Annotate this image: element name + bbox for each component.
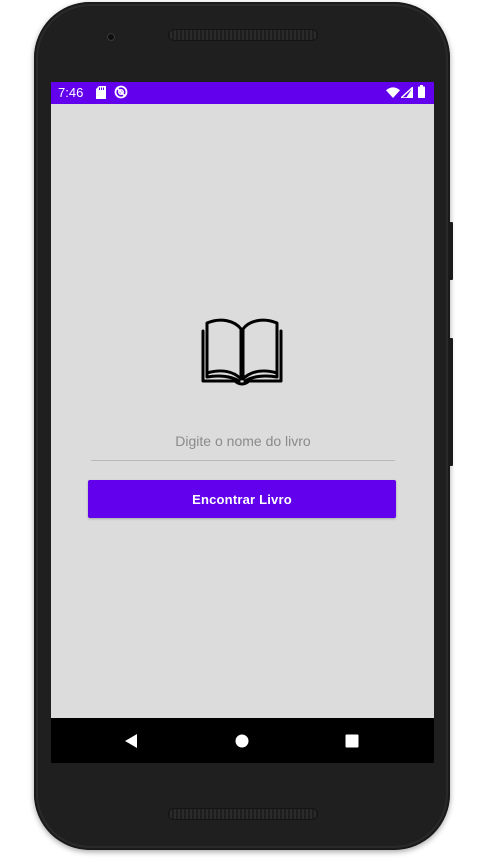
open-book-icon	[201, 318, 283, 386]
nav-back-button[interactable]	[121, 731, 141, 751]
power-button	[449, 222, 453, 280]
status-bar: 7:46	[51, 82, 434, 104]
nav-recents-button[interactable]	[342, 731, 362, 751]
main-content: Encontrar Livro	[51, 104, 434, 718]
no-sync-icon	[114, 85, 128, 99]
nav-home-button[interactable]	[232, 731, 252, 751]
wifi-icon	[386, 87, 400, 98]
recents-icon	[345, 734, 359, 748]
front-camera	[107, 33, 115, 41]
home-icon	[235, 734, 249, 748]
sd-card-icon	[96, 86, 106, 99]
app-screen: 7:46 Digite o nome do livro Encontrar Li…	[51, 82, 434, 763]
top-speaker	[168, 29, 318, 41]
book-name-input[interactable]	[91, 422, 395, 461]
status-time: 7:46	[58, 85, 84, 100]
find-book-button[interactable]: Encontrar Livro	[88, 480, 396, 518]
volume-button	[449, 338, 453, 466]
back-icon	[125, 734, 137, 748]
bottom-speaker	[168, 808, 318, 820]
battery-icon	[418, 85, 425, 98]
navigation-bar	[51, 718, 434, 763]
signal-icon	[401, 87, 413, 98]
